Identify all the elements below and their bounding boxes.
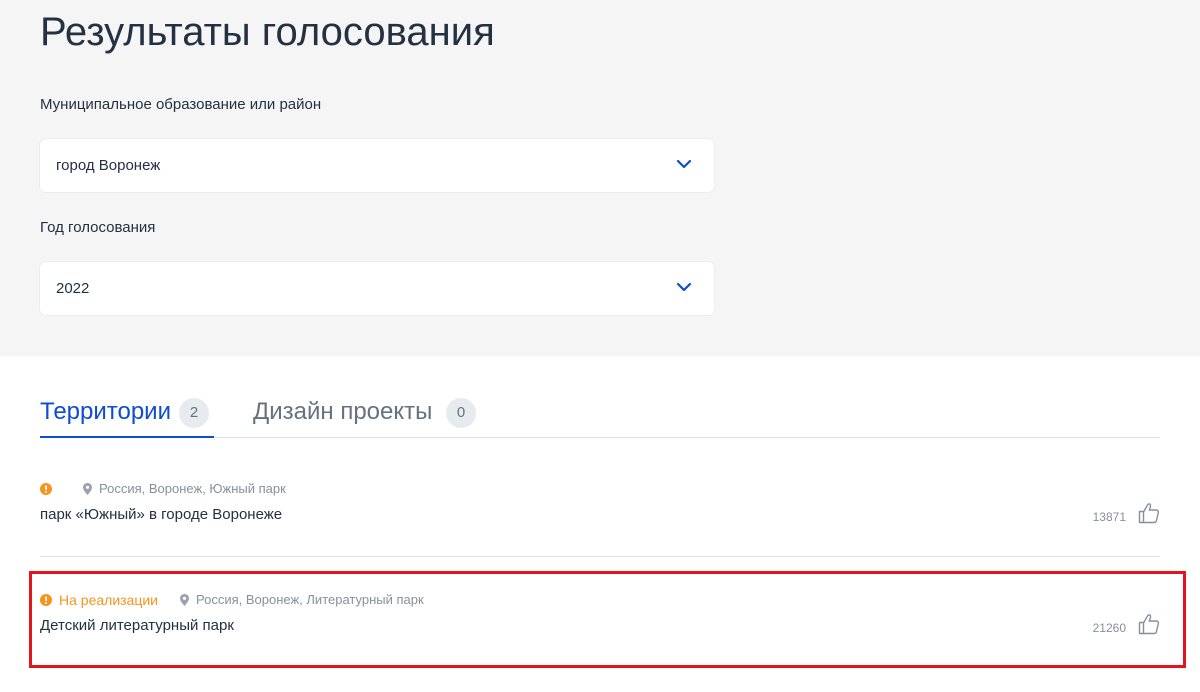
- year-select[interactable]: 2022: [40, 262, 714, 315]
- year-select-value: 2022: [56, 280, 90, 297]
- tab-territories[interactable]: Территории 2: [40, 390, 214, 438]
- vote-count: 13871: [1092, 510, 1126, 524]
- tab-design-projects[interactable]: Дизайн проекты 0: [253, 390, 477, 438]
- results-tabs: Территории 2 Дизайн проекты 0: [40, 390, 1160, 438]
- item-meta: Россия, Воронеж, Южный парк: [40, 480, 286, 498]
- pin-icon: [83, 483, 92, 495]
- municipality-select[interactable]: город Воронеж: [40, 139, 714, 192]
- tab-territories-count: 2: [179, 398, 209, 428]
- year-label: Год голосования: [40, 219, 156, 236]
- tab-design-projects-label: Дизайн проекты: [253, 398, 433, 425]
- item-title[interactable]: парк «Южный» в городе Воронеже: [40, 505, 282, 525]
- list-item[interactable]: Россия, Воронеж, Южный парк парк «Южный»…: [40, 470, 1160, 557]
- tab-design-projects-count: 0: [446, 398, 476, 428]
- filters-section: Результаты голосования Муниципальное обр…: [0, 0, 1200, 356]
- municipality-label: Муниципальное образование или район: [40, 96, 322, 113]
- municipality-select-value: город Воронеж: [56, 157, 161, 174]
- item-location: Россия, Воронеж, Южный парк: [99, 481, 286, 496]
- page-title: Результаты голосования: [40, 10, 495, 54]
- thumbs-up-icon[interactable]: [1138, 502, 1160, 524]
- chevron-down-icon: [676, 282, 692, 292]
- highlight-box: [29, 571, 1186, 668]
- chevron-down-icon: [676, 159, 692, 169]
- info-icon: [40, 483, 52, 495]
- tab-territories-label: Территории: [40, 398, 171, 425]
